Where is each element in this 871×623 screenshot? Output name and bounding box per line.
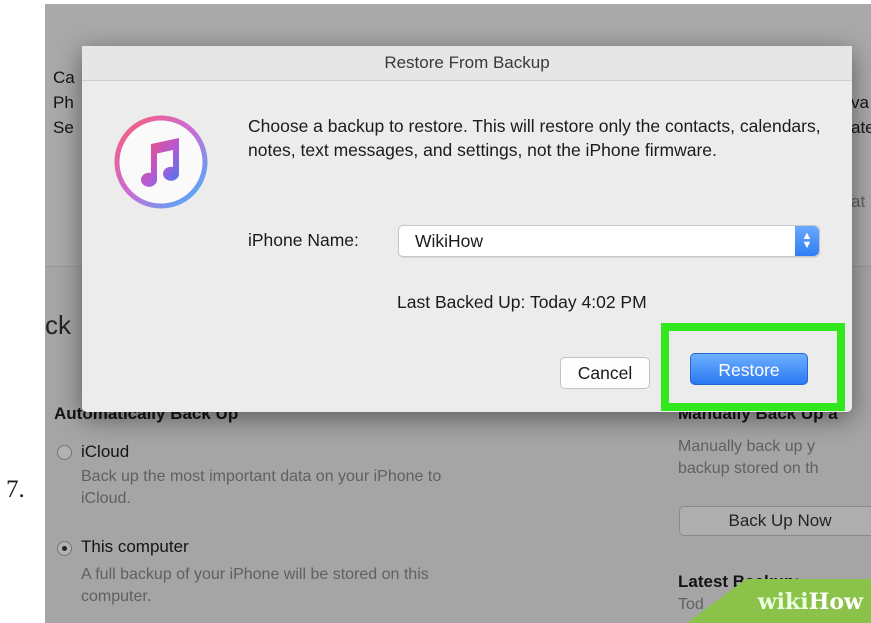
cancel-button[interactable]: Cancel: [560, 357, 650, 389]
wikihow-logo-part1: wiki: [757, 589, 809, 615]
restore-button[interactable]: Restore: [690, 353, 808, 385]
dialog-title: Restore From Backup: [82, 46, 852, 81]
restore-message: Choose a backup to restore. This will re…: [248, 116, 821, 160]
iphone-name-select[interactable]: WikiHow ▲ ▼: [398, 225, 820, 257]
itunes-screenshot: Ca Ph Se va ate at ck Automatically Back…: [45, 4, 871, 623]
selected-device: WikiHow: [415, 231, 484, 251]
updown-arrows-icon: ▲ ▼: [795, 226, 819, 256]
wikihow-logo: wikiHow: [758, 589, 863, 615]
last-backed-up: Last Backed Up: Today 4:02 PM: [397, 292, 647, 312]
iphone-name-label: iPhone Name:: [248, 230, 359, 250]
itunes-icon: [114, 115, 208, 209]
step-number: 7.: [6, 476, 25, 503]
wikihow-logo-part2: How: [808, 589, 863, 615]
